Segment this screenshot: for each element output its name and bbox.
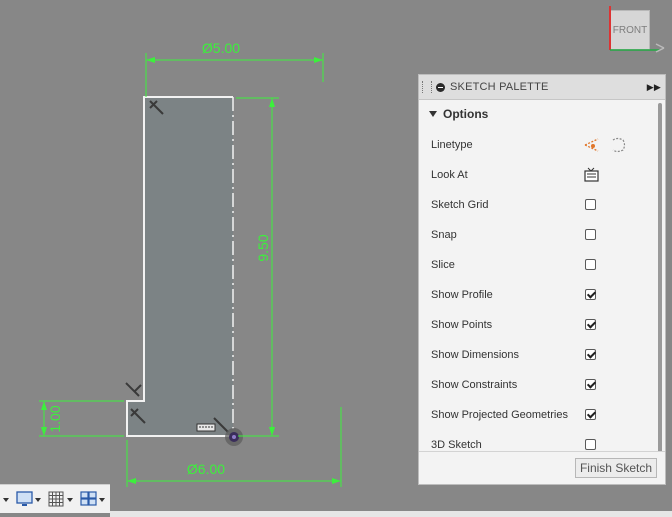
option-sketch-grid: Sketch Grid <box>419 190 657 220</box>
show-dimensions-checkbox[interactable] <box>585 349 596 360</box>
show-profile-checkbox[interactable] <box>585 289 596 300</box>
sketch-palette: SKETCH PALETTE ▶▶ Options Linetype Look … <box>418 74 666 485</box>
perpendicular-constraint-icon[interactable] <box>125 382 142 397</box>
option-label: Look At <box>431 169 468 181</box>
options-list: Linetype Look At Sketch Grid Snap Slice … <box>419 130 657 460</box>
option-snap: Snap <box>419 220 657 250</box>
dimension-bottom-label[interactable]: Ø6.00 <box>187 461 225 477</box>
centerline-linetype-icon[interactable] <box>612 137 626 153</box>
sketch-profile[interactable] <box>127 97 233 436</box>
status-strip <box>110 511 672 517</box>
expand-panel-icon[interactable]: ▶▶ <box>647 82 661 93</box>
options-section-header[interactable]: Options <box>419 100 665 128</box>
dimension-step-label[interactable]: 1.00 <box>47 405 63 432</box>
show-constraints-checkbox[interactable] <box>585 379 596 390</box>
3d-sketch-checkbox[interactable] <box>585 439 596 450</box>
palette-header[interactable]: SKETCH PALETTE ▶▶ <box>419 75 665 100</box>
option-label: Snap <box>431 229 457 241</box>
dimension-top-label[interactable]: Ø5.00 <box>202 40 240 56</box>
option-label: Show Constraints <box>431 379 518 391</box>
grid-settings-icon[interactable] <box>46 489 76 509</box>
collapse-icon[interactable] <box>436 82 445 92</box>
navigation-toolbar <box>0 484 110 513</box>
option-label: Show Points <box>431 319 493 331</box>
finish-sketch-button[interactable]: Finish Sketch <box>574 458 657 478</box>
viewports-icon[interactable] <box>78 489 108 509</box>
view-cube-axes-icon <box>609 6 665 53</box>
look-at-icon[interactable] <box>583 166 601 184</box>
slice-checkbox[interactable] <box>585 259 596 270</box>
dimension-top[interactable] <box>145 53 324 97</box>
option-show-points: Show Points <box>419 310 657 340</box>
option-label: Slice <box>431 259 455 271</box>
option-look-at: Look At <box>419 160 657 190</box>
option-label: Show Profile <box>431 289 493 301</box>
chevron-down-icon[interactable] <box>0 489 12 509</box>
show-projected-geometries-checkbox[interactable] <box>585 409 596 420</box>
show-points-checkbox[interactable] <box>585 319 596 330</box>
palette-scrollbar[interactable] <box>658 103 662 453</box>
dimension-height-label[interactable]: 9.50 <box>255 234 271 261</box>
drag-handle-icon[interactable] <box>422 81 432 93</box>
option-label: Show Projected Geometries <box>431 409 568 421</box>
option-label: Show Dimensions <box>431 349 520 361</box>
view-cube[interactable]: FRONT <box>604 4 672 56</box>
option-label: 3D Sketch <box>431 439 482 451</box>
construction-linetype-icon[interactable] <box>584 138 599 152</box>
snap-checkbox[interactable] <box>585 229 596 240</box>
option-show-constraints: Show Constraints <box>419 370 657 400</box>
option-show-dimensions: Show Dimensions <box>419 340 657 370</box>
chevron-down-icon <box>429 111 437 117</box>
origin-point-icon[interactable] <box>225 428 243 446</box>
options-section-label: Options <box>443 107 489 121</box>
palette-footer: Finish Sketch <box>419 451 665 484</box>
option-show-profile: Show Profile <box>419 280 657 310</box>
display-settings-icon[interactable] <box>14 489 44 509</box>
option-slice: Slice <box>419 250 657 280</box>
palette-title: SKETCH PALETTE <box>450 81 549 93</box>
option-label: Sketch Grid <box>431 199 489 211</box>
sketch-grid-checkbox[interactable] <box>585 199 596 210</box>
dimension-height[interactable] <box>236 97 279 437</box>
linetype-icons <box>584 137 626 153</box>
option-linetype: Linetype <box>419 130 657 160</box>
option-show-projected-geometries: Show Projected Geometries <box>419 400 657 430</box>
